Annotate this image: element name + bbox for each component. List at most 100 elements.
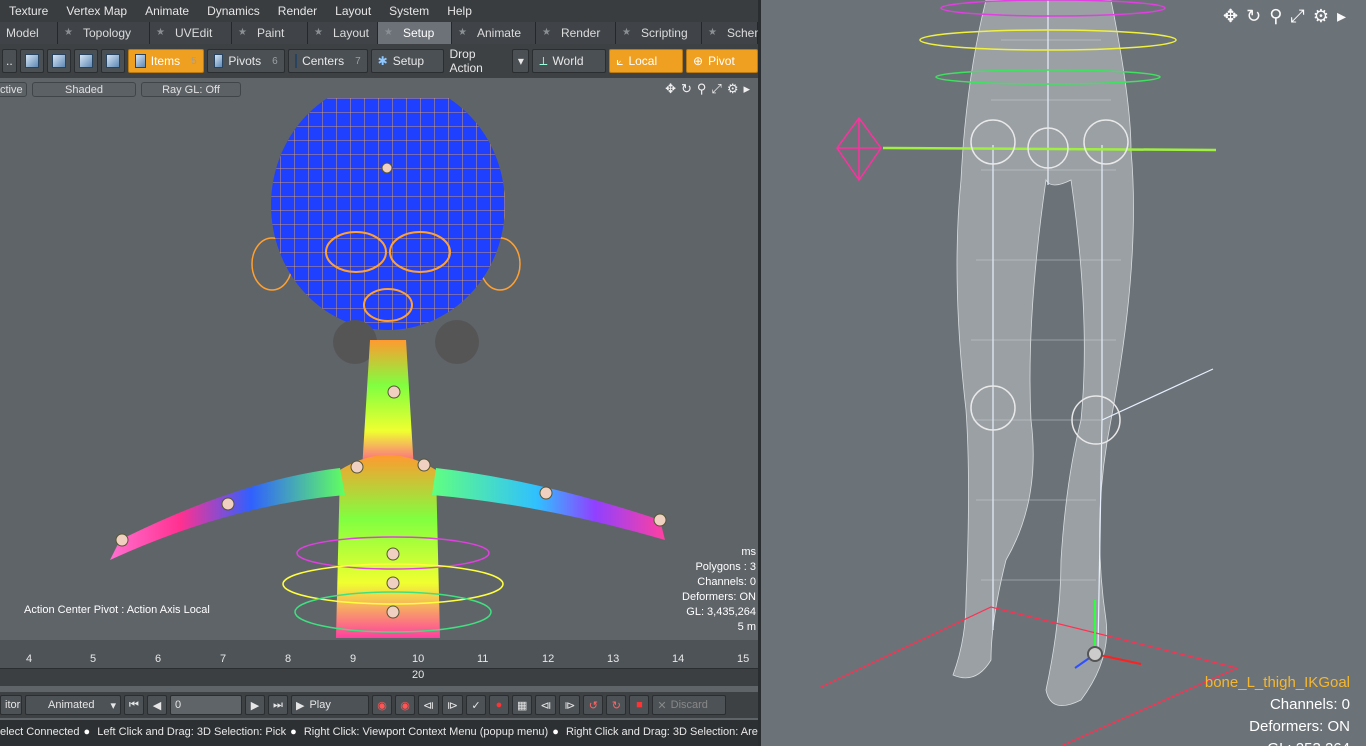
star-icon: ★ xyxy=(156,27,165,38)
menu-dynamics[interactable]: Dynamics xyxy=(198,0,269,22)
drop-action-dropdown[interactable]: ▾ xyxy=(512,49,530,73)
discard-button[interactable]: ✕ Discard xyxy=(652,695,727,715)
tab-scripting[interactable]: ★ Scripting xyxy=(616,22,702,44)
chevron-down-icon: ▾ xyxy=(517,54,524,68)
centers-mode-button[interactable]: Centers 7 xyxy=(287,49,368,73)
frame-input[interactable]: 0 xyxy=(170,695,242,715)
menu-texture[interactable]: Texture xyxy=(0,0,57,22)
menu-system[interactable]: System xyxy=(380,0,438,22)
jump-prev-button[interactable]: ⧏ xyxy=(535,695,557,715)
shading-selector[interactable]: Shaded xyxy=(32,81,136,97)
action-center-label: Action Center Pivot : Action Axis Local xyxy=(24,604,210,616)
tick-label: 6 xyxy=(155,653,162,665)
expand-arrow-icon[interactable]: ▸ xyxy=(743,81,750,97)
undo-key-button[interactable]: ↺ xyxy=(583,695,604,715)
tab-schematic[interactable]: ★Schemat xyxy=(702,22,758,44)
tab-layout[interactable]: ★ Layout xyxy=(308,22,378,44)
grid-icon: ▦ xyxy=(517,699,528,712)
right-3d-viewport[interactable] xyxy=(761,0,1366,746)
right-modo-viewport[interactable]: ✥ ↻ ⚲ ⤢ ⚙ ▸ bone_L_thigh_IKGoal Channels… xyxy=(761,0,1366,746)
timeline[interactable]: 4 5 6 7 8 9 10 11 12 13 14 15 20 xyxy=(0,640,758,686)
tab-animate[interactable]: ★ Animate xyxy=(452,22,536,44)
rotate-view-icon[interactable]: ↻ xyxy=(681,81,692,97)
star-icon: ★ xyxy=(708,27,717,38)
left-3d-viewport[interactable] xyxy=(0,98,758,638)
tab-paint[interactable]: ★ Paint xyxy=(232,22,308,44)
key-button[interactable]: ◉ xyxy=(372,695,392,715)
ghost-key-button[interactable]: ▦ xyxy=(512,695,533,715)
tab-uvedit[interactable]: ★ UVEdit xyxy=(150,22,232,44)
key-icon: ◉ xyxy=(377,699,387,712)
expand-arrow-icon[interactable]: ▸ xyxy=(1337,6,1346,27)
gear-icon[interactable]: ⚙ xyxy=(1313,6,1329,27)
vertices-mode-button[interactable] xyxy=(19,49,44,73)
bullet-icon: ● xyxy=(552,726,559,738)
prev-key-button[interactable]: ◀ xyxy=(147,695,167,715)
maximize-view-icon[interactable]: ⤢ xyxy=(711,81,721,97)
left-modo-window: Texture Vertex Map Animate Dynamics Rend… xyxy=(0,0,758,746)
polygons-mode-button[interactable] xyxy=(73,49,98,73)
record-button[interactable]: ● xyxy=(489,695,509,715)
jump-next-button[interactable]: ⧐ xyxy=(559,695,581,715)
star-icon: ★ xyxy=(64,27,73,38)
tab-setup[interactable]: ★ Setup xyxy=(378,22,452,44)
animated-mode-select[interactable]: Animated ▾ xyxy=(25,695,121,715)
tab-topology[interactable]: ★ Topology xyxy=(58,22,150,44)
raygl-toggle[interactable]: Ray GL: Off xyxy=(141,81,241,97)
materials-mode-button[interactable] xyxy=(100,49,125,73)
viewport-header: ctive Shaded Ray GL: Off ✥ ↻ ⚲ ⤢ ⚙ ▸ xyxy=(0,80,758,98)
maximize-view-icon[interactable]: ⤢ xyxy=(1290,6,1304,27)
status-hint: Left Click and Drag: 3D Selection: Pick xyxy=(97,726,287,738)
move-view-icon[interactable]: ✥ xyxy=(1223,6,1238,27)
tab-model[interactable]: Model xyxy=(0,22,58,44)
right-viewport-nav-icons: ✥ ↻ ⚲ ⤢ ⚙ ▸ xyxy=(1223,6,1346,27)
tick-label: 12 xyxy=(542,653,555,665)
go-end-button[interactable]: ⏭ xyxy=(268,695,288,715)
editor-button[interactable]: itor xyxy=(0,695,22,715)
items-mode-button[interactable]: Items 5 xyxy=(127,49,204,73)
zoom-view-icon[interactable]: ⚲ xyxy=(697,81,707,97)
menu-help[interactable]: Help xyxy=(438,0,481,22)
selected-item-name: bone_L_thigh_IKGoal xyxy=(1204,674,1350,691)
menu-render[interactable]: Render xyxy=(269,0,326,22)
next-key-button[interactable]: ▶ xyxy=(245,695,265,715)
menu-layout[interactable]: Layout xyxy=(326,0,380,22)
next-frame-button[interactable]: ⧐ xyxy=(442,695,463,715)
skip-start-icon: ⏮ xyxy=(129,698,139,711)
menu-animate[interactable]: Animate xyxy=(136,0,198,22)
tick-label: 10 xyxy=(412,653,425,665)
stat-polygons: Polygons : 3 xyxy=(695,561,756,573)
stop-button[interactable]: ■ xyxy=(629,695,650,715)
setup-mode-button[interactable]: ✱ Setup xyxy=(370,49,445,73)
stat-gl: GL: 3,435,264 xyxy=(686,606,756,618)
view-type-selector[interactable]: ctive xyxy=(0,81,27,97)
world-axis-button[interactable]: ⟂ World xyxy=(532,49,607,73)
gear-icon[interactable]: ⚙ xyxy=(727,81,739,97)
step-back-icon: ◀ xyxy=(152,699,162,712)
pivot-center-button[interactable]: ⊕ Pivot xyxy=(686,49,758,73)
set-key-button[interactable]: ✓ xyxy=(466,695,486,715)
move-view-icon[interactable]: ✥ xyxy=(665,81,676,97)
tick-label: 8 xyxy=(285,653,292,665)
zoom-view-icon[interactable]: ⚲ xyxy=(1269,6,1282,27)
local-axis-button[interactable]: ⟀ Local xyxy=(609,49,684,73)
local-axis-icon: ⟀ xyxy=(616,53,624,68)
edges-mode-button[interactable] xyxy=(46,49,71,73)
current-frame-bar[interactable]: 20 xyxy=(0,669,758,683)
play-button[interactable]: ▶ Play xyxy=(291,695,369,715)
auto-key-icon: ◉ xyxy=(400,699,410,712)
go-start-button[interactable]: ⏮ xyxy=(124,695,144,715)
auto-key-button[interactable]: ◉ xyxy=(395,695,415,715)
timeline-ruler[interactable]: 4 5 6 7 8 9 10 11 12 13 14 15 xyxy=(0,640,758,669)
pivots-mode-button[interactable]: Pivots 6 xyxy=(206,49,285,73)
tab-render[interactable]: ★ Render xyxy=(536,22,616,44)
tick-label: 9 xyxy=(350,653,357,665)
star-icon: ★ xyxy=(238,27,247,38)
menu-vertex-map[interactable]: Vertex Map xyxy=(57,0,136,22)
prev-frame-button[interactable]: ⧏ xyxy=(418,695,439,715)
stat-ms: ms xyxy=(741,546,756,558)
redo-key-button[interactable]: ↻ xyxy=(606,695,627,715)
rotate-view-icon[interactable]: ↻ xyxy=(1246,6,1261,27)
more-button[interactable]: .. xyxy=(2,49,17,73)
undo-icon: ↺ xyxy=(588,699,599,712)
